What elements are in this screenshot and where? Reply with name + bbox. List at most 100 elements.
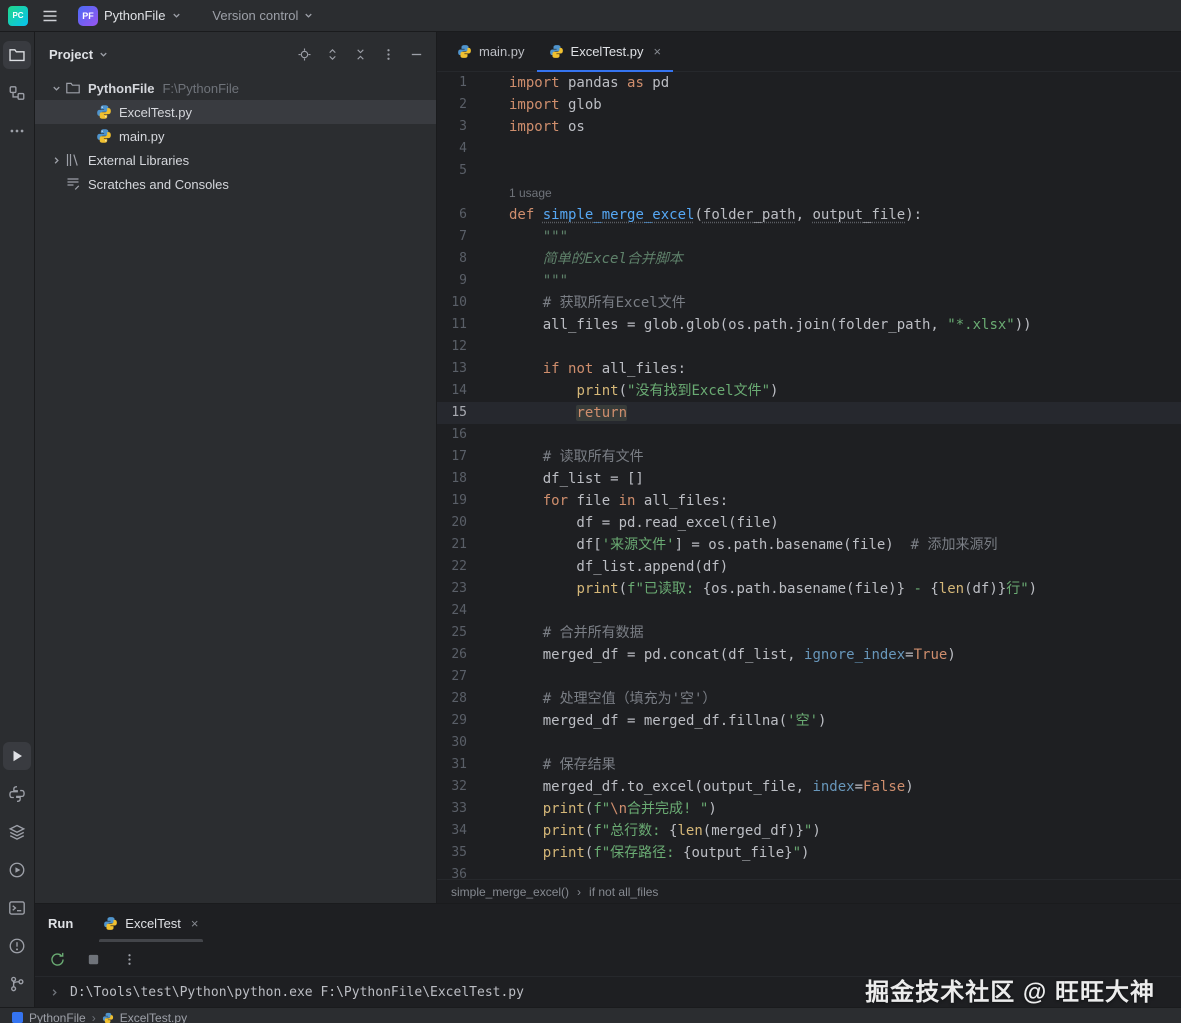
expand-all-button[interactable] — [320, 42, 344, 66]
code-line[interactable]: 11 all_files = glob.glob(os.path.join(fo… — [437, 314, 1181, 336]
code-line[interactable]: 27 — [437, 666, 1181, 688]
line-number[interactable]: 6 — [437, 204, 467, 226]
close-tab-icon[interactable]: × — [654, 44, 662, 59]
code-line[interactable]: 19 for file in all_files: — [437, 490, 1181, 512]
line-number[interactable]: 32 — [437, 776, 467, 798]
version-control-widget[interactable]: Version control — [212, 8, 314, 23]
code-line[interactable]: 4 — [437, 138, 1181, 160]
select-opened-file-button[interactable] — [292, 42, 316, 66]
line-number[interactable]: 15 — [437, 402, 467, 424]
statusbar-project[interactable]: PythonFile — [29, 1011, 86, 1023]
code-line[interactable]: 12 — [437, 336, 1181, 358]
run-toolwindow-button[interactable] — [3, 742, 31, 770]
line-number[interactable]: 21 — [437, 534, 467, 556]
more-toolwindows-button[interactable] — [3, 117, 31, 145]
line-number[interactable]: 10 — [437, 292, 467, 314]
line-number[interactable]: 19 — [437, 490, 467, 512]
line-number[interactable]: 8 — [437, 248, 467, 270]
code-line[interactable]: 14 print("没有找到Excel文件") — [437, 380, 1181, 402]
code-line[interactable]: 20 df = pd.read_excel(file) — [437, 512, 1181, 534]
code-line[interactable]: 21 df['来源文件'] = os.path.basename(file) #… — [437, 534, 1181, 556]
line-number[interactable]: 28 — [437, 688, 467, 710]
hide-panel-button[interactable] — [404, 42, 428, 66]
code-editor[interactable]: 1import pandas as pd2import glob3import … — [437, 72, 1181, 879]
project-selector[interactable]: PF PythonFile — [72, 4, 188, 28]
line-number[interactable]: 13 — [437, 358, 467, 380]
code-line[interactable]: 5 — [437, 160, 1181, 182]
code-line[interactable]: 35 print(f"保存路径: {output_file}") — [437, 842, 1181, 864]
line-number[interactable]: 4 — [437, 138, 467, 160]
line-number[interactable]: 22 — [437, 556, 467, 578]
line-number[interactable]: 7 — [437, 226, 467, 248]
code-line[interactable]: 15 return — [437, 402, 1181, 424]
tree-item-scratches[interactable]: Scratches and Consoles — [35, 172, 436, 196]
line-number[interactable]: 30 — [437, 732, 467, 754]
tree-item-external-libraries[interactable]: External Libraries — [35, 148, 436, 172]
chevron-right-icon[interactable] — [47, 155, 65, 166]
stop-button[interactable] — [81, 947, 105, 971]
line-number[interactable]: 2 — [437, 94, 467, 116]
code-line[interactable]: 24 — [437, 600, 1181, 622]
line-number[interactable]: 27 — [437, 666, 467, 688]
main-menu-button[interactable] — [38, 4, 62, 28]
run-console[interactable]: D:\Tools\test\Python\python.exe F:\Pytho… — [35, 976, 1181, 1007]
statusbar-file[interactable]: ExcelTest.py — [120, 1011, 187, 1023]
code-line[interactable]: 25 # 合并所有数据 — [437, 622, 1181, 644]
chevron-down-icon[interactable] — [47, 83, 65, 94]
line-number[interactable]: 33 — [437, 798, 467, 820]
usage-inlay[interactable]: 1 usage — [437, 182, 1181, 204]
code-line[interactable]: 22 df_list.append(df) — [437, 556, 1181, 578]
project-toolwindow-button[interactable] — [3, 41, 31, 69]
line-number[interactable]: 36 — [437, 864, 467, 879]
line-number[interactable]: 9 — [437, 270, 467, 292]
code-line[interactable]: 10 # 获取所有Excel文件 — [437, 292, 1181, 314]
line-number[interactable]: 20 — [437, 512, 467, 534]
tree-item-exceltest[interactable]: ExcelTest.py — [35, 100, 436, 124]
line-number[interactable]: 14 — [437, 380, 467, 402]
code-line[interactable]: 9 """ — [437, 270, 1181, 292]
code-line[interactable]: 2import glob — [437, 94, 1181, 116]
code-line[interactable]: 1import pandas as pd — [437, 72, 1181, 94]
panel-options-button[interactable] — [376, 42, 400, 66]
line-number[interactable]: 18 — [437, 468, 467, 490]
line-number[interactable]: 31 — [437, 754, 467, 776]
code-line[interactable]: 26 merged_df = pd.concat(df_list, ignore… — [437, 644, 1181, 666]
code-line[interactable]: 3import os — [437, 116, 1181, 138]
services-toolwindow-button[interactable] — [3, 856, 31, 884]
line-number[interactable]: 12 — [437, 336, 467, 358]
code-line[interactable]: 7 """ — [437, 226, 1181, 248]
run-options-button[interactable] — [117, 947, 141, 971]
code-line[interactable]: 34 print(f"总行数: {len(merged_df)}") — [437, 820, 1181, 842]
code-line[interactable]: 8 简单的Excel合并脚本 — [437, 248, 1181, 270]
code-line[interactable]: 6def simple_merge_excel(folder_path, out… — [437, 204, 1181, 226]
code-line[interactable]: 29 merged_df = merged_df.fillna('空') — [437, 710, 1181, 732]
line-number[interactable]: 29 — [437, 710, 467, 732]
version-control-toolwindow-button[interactable] — [3, 970, 31, 998]
code-line[interactable]: 23 print(f"已读取: {os.path.basename(file)}… — [437, 578, 1181, 600]
line-number[interactable]: 5 — [437, 160, 467, 182]
line-number[interactable]: 34 — [437, 820, 467, 842]
python-packages-button[interactable] — [3, 818, 31, 846]
code-line[interactable]: 28 # 处理空值（填充为'空'） — [437, 688, 1181, 710]
line-number[interactable]: 11 — [437, 314, 467, 336]
tree-item-pythonfile[interactable]: PythonFile F:\PythonFile — [35, 76, 436, 100]
code-line[interactable]: 31 # 保存结果 — [437, 754, 1181, 776]
code-line[interactable]: 36 — [437, 864, 1181, 879]
tree-item-mainpy[interactable]: main.py — [35, 124, 436, 148]
line-number[interactable]: 24 — [437, 600, 467, 622]
breadcrumb-item[interactable]: simple_merge_excel() — [451, 885, 569, 899]
code-line[interactable]: 18 df_list = [] — [437, 468, 1181, 490]
breadcrumb-item[interactable]: if not all_files — [589, 885, 658, 899]
code-line[interactable]: 17 # 读取所有文件 — [437, 446, 1181, 468]
run-toolwindow-title[interactable]: Run — [48, 916, 73, 931]
tab-main-py[interactable]: main.py — [445, 32, 537, 71]
line-number[interactable]: 26 — [437, 644, 467, 666]
tab-exceltest-py[interactable]: ExcelTest.py × — [537, 32, 674, 71]
line-number[interactable]: 35 — [437, 842, 467, 864]
line-number[interactable]: 23 — [437, 578, 467, 600]
line-number[interactable] — [437, 182, 467, 204]
code-line[interactable]: 30 — [437, 732, 1181, 754]
line-number[interactable]: 1 — [437, 72, 467, 94]
collapse-all-button[interactable] — [348, 42, 372, 66]
line-number[interactable]: 16 — [437, 424, 467, 446]
